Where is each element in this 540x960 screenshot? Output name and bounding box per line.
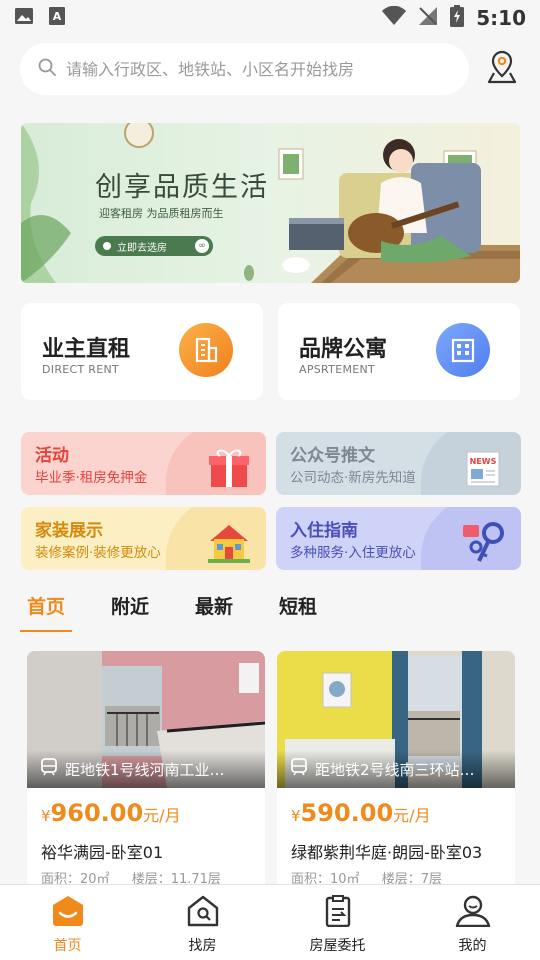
tab-latest[interactable]: 最新 <box>188 592 240 632</box>
key-icon <box>461 519 507 569</box>
building-icon <box>179 323 233 377</box>
listing-name: 裕华满园-卧室01 <box>41 843 164 862</box>
house-icon <box>206 519 252 569</box>
category-title: 品牌公寓 <box>299 337 388 362</box>
search-input[interactable] <box>66 59 446 79</box>
category-title: 业主直租 <box>42 337 131 362</box>
svg-text:NEWS: NEWS <box>470 457 497 466</box>
nav-entrust[interactable]: 房屋委托 <box>270 885 405 960</box>
status-time: 5:10 <box>476 6 526 30</box>
feature-subtitle: 装修案例·装修更放心 <box>35 545 161 561</box>
tab-home[interactable]: 首页 <box>20 592 73 632</box>
subway-info: 距地铁2号线南三环站… <box>277 750 515 788</box>
category-apartment[interactable]: 品牌公寓 APSRTEMENT <box>278 303 520 400</box>
search-icon <box>38 58 56 80</box>
bottom-nav: 首页 找房 房屋委托 我的 <box>0 884 540 960</box>
subway-icon <box>41 758 57 780</box>
subway-text: 距地铁1号线河南工业… <box>65 760 225 779</box>
nav-home[interactable]: 首页 <box>0 885 135 960</box>
house-search-icon <box>184 895 222 931</box>
wifi-icon <box>382 5 407 30</box>
price-currency: ¥ <box>41 807 51 825</box>
listing-card[interactable]: 距地铁2号线南三环站… ¥ 590.00 元/月 绿都紫荆华庭·朗园-卧室03 … <box>277 651 515 891</box>
gift-icon <box>206 444 252 494</box>
feature-subtitle: 公司动态·新房先知道 <box>290 470 416 486</box>
search-box[interactable] <box>20 43 469 95</box>
svg-text:A: A <box>53 10 62 23</box>
feature-decoration[interactable]: 家装展示 装修案例·装修更放心 <box>21 507 266 570</box>
tab-short-term[interactable]: 短租 <box>272 592 324 632</box>
category-subtitle: DIRECT RENT <box>42 363 120 376</box>
tab-nearby[interactable]: 附近 <box>104 592 156 632</box>
promo-banner[interactable]: 创享品质生活 迎客租房 为品质租房而生 立即去选房 ∞ <box>21 123 520 283</box>
price-value: 590.00 <box>300 799 394 827</box>
listing-price: ¥ 590.00 元/月 <box>291 799 431 827</box>
feature-title: 活动 <box>35 446 69 466</box>
listing-tabs: 首页 附近 最新 短租 <box>20 592 356 632</box>
category-direct-rent[interactable]: 业主直租 DIRECT RENT <box>21 303 263 400</box>
apartment-icon <box>436 323 490 377</box>
nav-label: 首页 <box>53 938 82 954</box>
nav-find-house[interactable]: 找房 <box>135 885 270 960</box>
map-location-button[interactable] <box>485 49 519 89</box>
text-a-icon: A <box>48 6 66 30</box>
status-bar: A 5:10 <box>0 0 540 36</box>
price-value: 960.00 <box>50 799 144 827</box>
search-row <box>20 43 520 95</box>
category-subtitle: APSRTEMENT <box>299 363 376 376</box>
feature-move-in-guide[interactable]: 入住指南 多种服务·入住更放心 <box>276 507 521 570</box>
feature-title: 公众号推文 <box>290 446 375 466</box>
listing-photo: 距地铁1号线河南工业… <box>27 651 265 788</box>
feature-wechat-articles[interactable]: 公众号推文 公司动态·新房先知道 NEWS <box>276 432 521 495</box>
nav-label: 房屋委托 <box>309 938 366 954</box>
subway-info: 距地铁1号线河南工业… <box>27 750 265 788</box>
price-unit: 元/月 <box>143 806 181 825</box>
feature-subtitle: 毕业季·租房免押金 <box>35 470 148 486</box>
feature-activity[interactable]: 活动 毕业季·租房免押金 <box>21 432 266 495</box>
clipboard-icon <box>319 895 357 931</box>
nav-label: 我的 <box>458 938 487 954</box>
no-signal-icon <box>418 6 438 30</box>
feature-subtitle: 多种服务·入住更放心 <box>290 545 416 561</box>
newspaper-icon: NEWS <box>461 444 507 494</box>
listing-price: ¥ 960.00 元/月 <box>41 799 181 827</box>
banner-cta-label: 立即去选房 <box>117 242 167 254</box>
price-unit: 元/月 <box>393 806 431 825</box>
image-icon <box>14 6 34 30</box>
home-icon <box>49 895 87 931</box>
nav-profile[interactable]: 我的 <box>405 885 540 960</box>
banner-subtitle: 迎客租房 为品质租房而生 <box>99 207 224 220</box>
listing-photo: 距地铁2号线南三环站… <box>277 651 515 788</box>
user-icon <box>454 895 492 931</box>
feature-title: 入住指南 <box>290 521 358 541</box>
banner-cta-button[interactable]: 立即去选房 ∞ <box>95 236 213 256</box>
banner-title: 创享品质生活 <box>95 172 269 203</box>
price-currency: ¥ <box>291 807 301 825</box>
nav-label: 找房 <box>188 938 217 954</box>
listing-name: 绿都紫荆华庭·朗园-卧室03 <box>291 843 483 862</box>
infinity-icon: ∞ <box>195 239 209 253</box>
dot-icon <box>103 242 111 250</box>
map-pin-icon <box>486 49 518 89</box>
listing-card[interactable]: 距地铁1号线河南工业… ¥ 960.00 元/月 裕华满园-卧室01 面积：20… <box>27 651 265 891</box>
feature-title: 家装展示 <box>35 521 103 541</box>
subway-text: 距地铁2号线南三环站… <box>315 760 475 779</box>
battery-icon <box>450 5 465 31</box>
subway-icon <box>291 758 307 780</box>
